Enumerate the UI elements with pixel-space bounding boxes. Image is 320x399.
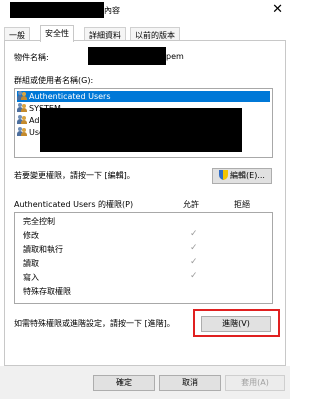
redacted-object-name: [88, 47, 166, 65]
tab-security[interactable]: 安全性: [40, 25, 74, 42]
window-title: 內容: [104, 6, 120, 15]
advanced-hint: 如需特殊權限或進階設定，請按一下 [進階]。: [14, 319, 175, 328]
users-icon: [17, 127, 27, 136]
title-bar: 內容 ✕: [0, 0, 290, 22]
cancel-button[interactable]: 取消: [159, 375, 221, 391]
permissions-label: Authenticated Users 的權限(P): [14, 200, 134, 209]
permissions-table: 完全控制 修改 ✓ 讀取和執行 ✓ 讀取 ✓ 寫入 ✓ 特殊存取權限: [14, 212, 273, 304]
tab-details[interactable]: 詳細資料: [84, 27, 126, 41]
apply-button[interactable]: 套用(A): [225, 375, 285, 391]
edit-button[interactable]: 編輯(E)...: [212, 168, 272, 184]
permission-name: 特殊存取權限: [23, 287, 71, 296]
shield-icon: [219, 170, 229, 180]
edit-hint: 若要變更權限，請按一下 [編輯]。: [14, 171, 135, 180]
permission-name: 完全控制: [23, 217, 55, 226]
tab-previous-versions[interactable]: 以前的版本: [130, 27, 180, 41]
tab-strip: 一般 安全性 詳細資料 以前的版本: [4, 25, 286, 42]
users-icon: [17, 115, 27, 124]
deny-column-header: 拒絕: [234, 200, 250, 209]
ok-button[interactable]: 確定: [93, 375, 155, 391]
checkmark-icon: ✓: [190, 271, 198, 281]
redacted-filename: [10, 2, 104, 18]
object-name-value: pem: [166, 52, 184, 61]
close-icon[interactable]: ✕: [272, 3, 283, 16]
object-name-label: 物件名稱:: [14, 53, 49, 62]
users-icon: [17, 91, 27, 100]
highlight-box: [193, 309, 280, 337]
list-item-label: Authenticated Users: [29, 92, 111, 101]
checkmark-icon: ✓: [190, 243, 198, 253]
list-item[interactable]: Authenticated Users: [17, 91, 270, 102]
redacted-user-names: [40, 108, 242, 152]
checkmark-icon: ✓: [190, 229, 198, 239]
checkmark-icon: ✓: [190, 257, 198, 267]
permission-name: 寫入: [23, 273, 39, 282]
permission-name: 修改: [23, 231, 39, 240]
dialog-button-bar: 確定 取消 套用(A): [0, 366, 290, 399]
groups-label: 群組或使用者名稱(G):: [14, 76, 94, 85]
allow-column-header: 允許: [183, 200, 199, 209]
users-icon: [17, 103, 27, 112]
permission-name: 讀取和執行: [23, 245, 63, 254]
permission-name: 讀取: [23, 259, 39, 268]
tab-general[interactable]: 一般: [4, 27, 30, 41]
edit-button-label: 編輯(E)...: [230, 171, 265, 180]
